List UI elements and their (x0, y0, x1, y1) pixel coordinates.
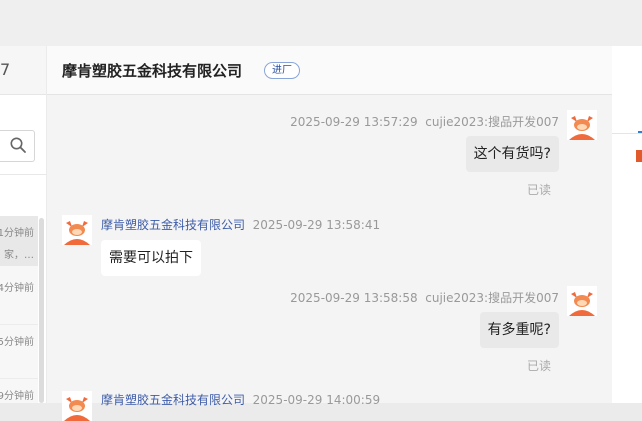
conversation-time: 5分钟前 (0, 337, 34, 348)
divider (0, 174, 46, 175)
message-sender: cujie2023:搜品开发007 (425, 115, 559, 129)
message-meta: 2025-09-29 13:58:58 cujie2023:搜品开发007 (290, 289, 559, 306)
right-side-panel (612, 46, 642, 403)
divider (612, 133, 642, 134)
cow-avatar-icon (567, 110, 597, 140)
message-sender: cujie2023:搜品开发007 (425, 291, 559, 305)
conversation-time: 4分钟前 (0, 283, 34, 294)
status-badge: 进厂 (264, 62, 300, 79)
product-thumbnail[interactable] (636, 150, 642, 162)
conversation-time: 1分钟前 (0, 228, 34, 239)
message-meta: 摩肯塑胶五金科技有限公司 2025-09-29 13:58:41 (101, 216, 380, 233)
conversation-list-scrollbar[interactable] (39, 218, 44, 403)
cow-avatar-icon (62, 215, 92, 245)
conversation-search-button[interactable] (0, 130, 35, 162)
conversation-preview: 家，… (4, 250, 34, 261)
cow-avatar-icon (62, 391, 92, 421)
search-icon (10, 137, 26, 153)
conversation-list-header: 7 (0, 46, 46, 95)
chat-panel: 摩肯塑胶五金科技有限公司 进厂 2025-09-29 13:57:29 cuji… (47, 46, 612, 421)
conversation-list-header-text: 7 (0, 60, 11, 79)
message-sender[interactable]: 摩肯塑胶五金科技有限公司 (101, 393, 245, 407)
conversation-time: 9分钟前 (0, 391, 34, 402)
conversation-item[interactable]: 4分钟前 (0, 271, 38, 321)
conversation-list-panel: 7 1分钟前 家，… 4分钟前 5分钟前 9分钟前 (0, 46, 46, 403)
chat-title: 摩肯塑胶五金科技有限公司 (62, 62, 243, 80)
message-time: 2025-09-29 13:58:58 (290, 291, 418, 305)
message-meta: 2025-09-29 13:57:29 cujie2023:搜品开发007 (290, 113, 559, 130)
message-bubble: 需要可以拍下 (101, 240, 201, 276)
window-top-bar (0, 0, 642, 46)
message-bubble: 有多重呢? (479, 312, 559, 348)
cow-avatar-icon (567, 286, 597, 316)
conversation-list: 1分钟前 家，… 4分钟前 5分钟前 9分钟前 (0, 216, 38, 403)
message-sender[interactable]: 摩肯塑胶五金科技有限公司 (101, 218, 245, 232)
chat-header: 摩肯塑胶五金科技有限公司 进厂 (47, 46, 612, 95)
conversation-item[interactable]: 5分钟前 (0, 324, 38, 375)
conversation-item[interactable]: 1分钟前 家，… (0, 216, 38, 266)
message-time: 2025-09-29 13:58:41 (252, 218, 381, 232)
message-meta: 摩肯塑胶五金科技有限公司 2025-09-29 14:00:59 (101, 391, 380, 408)
conversation-item[interactable]: 9分钟前 (0, 378, 38, 409)
message-time: 2025-09-29 13:57:29 (290, 115, 418, 129)
message-bubble: 这个有货吗? (465, 136, 559, 172)
read-status: 已读 (526, 183, 551, 197)
message-time: 2025-09-29 14:00:59 (252, 393, 381, 407)
read-status: 已读 (526, 359, 551, 373)
